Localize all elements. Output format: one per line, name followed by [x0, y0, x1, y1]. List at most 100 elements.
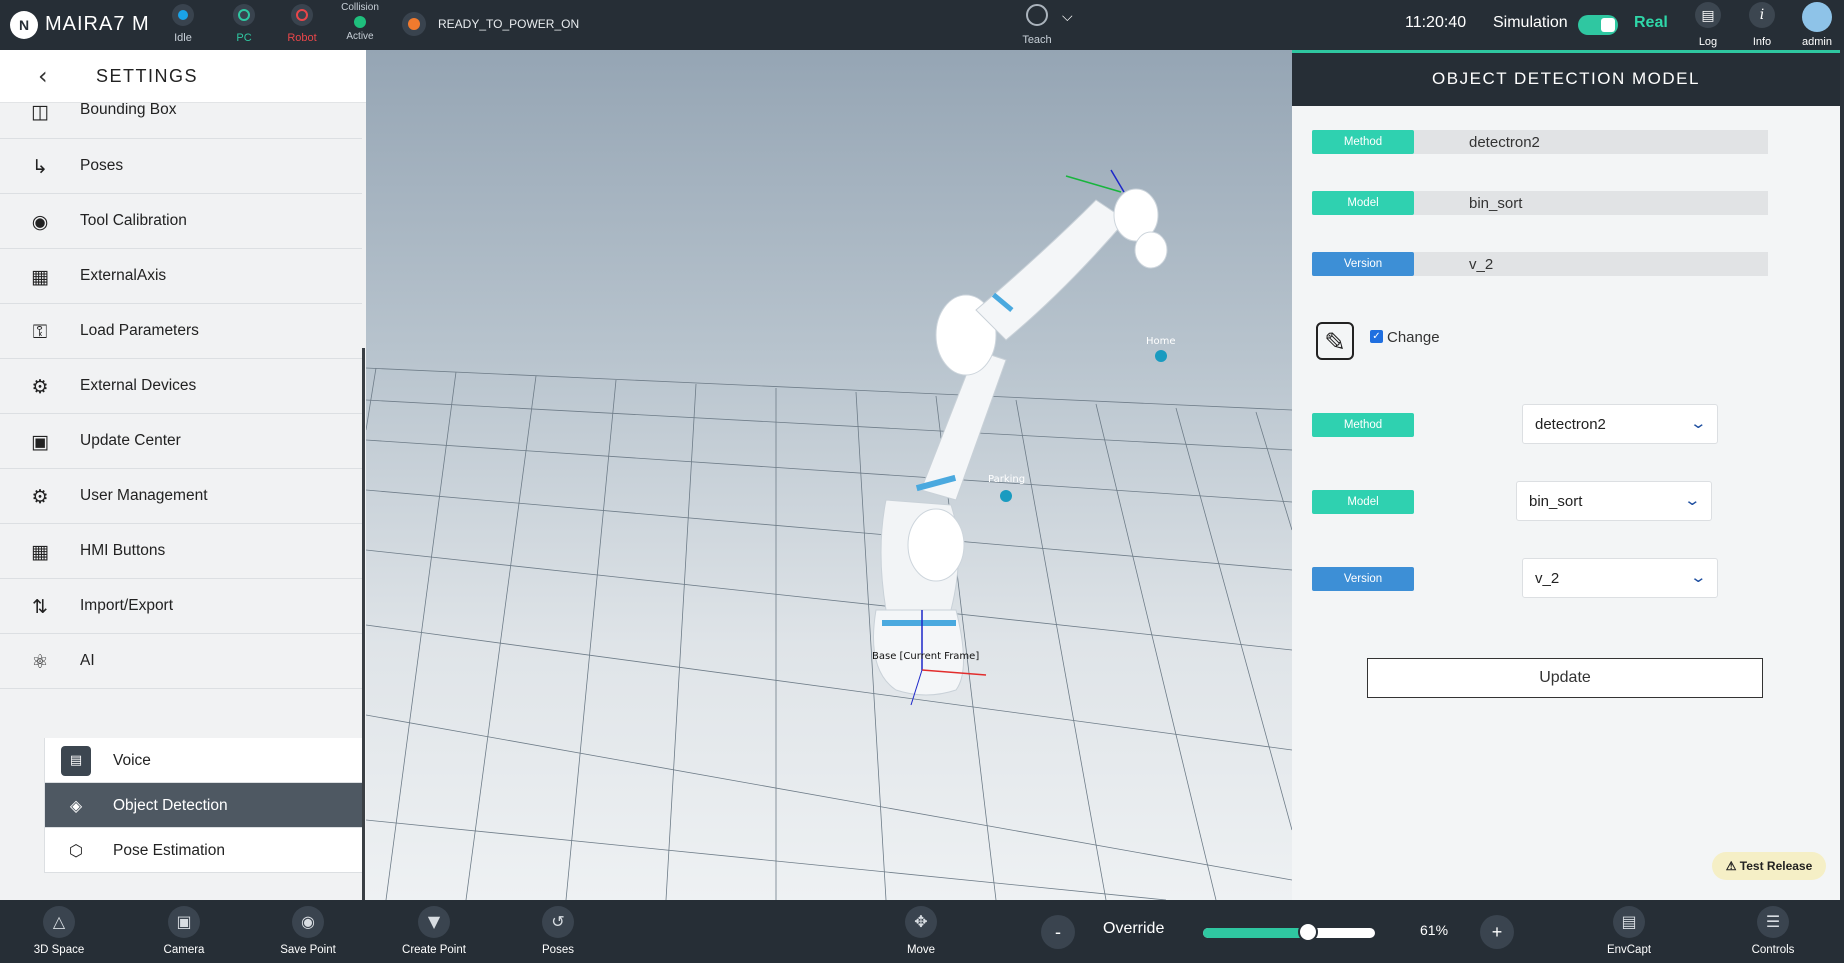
- create-point-button[interactable]: ▼ Create Point: [389, 906, 479, 956]
- settings-header: ‹ SETTINGS: [0, 50, 366, 103]
- camera-label: Camera: [163, 944, 205, 956]
- override-decrease-button[interactable]: -: [1041, 915, 1075, 949]
- 3d-scene[interactable]: [366, 50, 1292, 900]
- clock: 11:20:40: [1405, 14, 1467, 31]
- method-select[interactable]: detectron2 ⌄: [1522, 404, 1718, 444]
- create-point-label: Create Point: [402, 944, 466, 956]
- object-detection-panel: OBJECT DETECTION MODEL Method detectron2…: [1292, 50, 1840, 900]
- test-release-badge[interactable]: ⚠ Test Release: [1712, 852, 1826, 880]
- user-button[interactable]: admin: [1792, 2, 1842, 48]
- chevron-down-icon: ⌄: [1683, 491, 1702, 509]
- move-icon: ✥: [905, 906, 937, 938]
- sidebar-item-tool-calibration[interactable]: ◉ Tool Calibration: [0, 194, 362, 249]
- status-idle[interactable]: Idle: [153, 4, 213, 44]
- update-button[interactable]: Update: [1367, 658, 1763, 698]
- top-bar: N MAIRA7 M Idle PC Robot Collision Activ…: [0, 0, 1844, 50]
- log-button[interactable]: ▤ Log: [1683, 2, 1733, 48]
- 3d-space-button[interactable]: △ 3D Space: [14, 906, 104, 956]
- model-select[interactable]: bin_sort ⌄: [1516, 481, 1712, 521]
- sidebar-item-import-export[interactable]: ⇅ Import/Export: [0, 579, 362, 634]
- sidebar-subitem-object-detection[interactable]: ◈ Object Detection: [45, 783, 362, 828]
- collision-dot-icon: [354, 16, 366, 28]
- robot-arm[interactable]: [873, 188, 1168, 696]
- teach-mode-button[interactable]: Teach: [1012, 4, 1062, 46]
- override-slider[interactable]: [1203, 928, 1375, 938]
- back-arrow-icon[interactable]: ‹: [38, 62, 48, 90]
- status-idle-label: Idle: [174, 32, 192, 44]
- teach-icon: [1026, 4, 1048, 26]
- 3d-space-label: 3D Space: [33, 944, 85, 956]
- version-tag: Version: [1312, 252, 1414, 276]
- sidebar-subitem-pose-estimation[interactable]: ⬡ Pose Estimation: [45, 828, 362, 873]
- brand-logo-icon: N: [10, 11, 38, 39]
- edit-icon[interactable]: ✎: [1316, 322, 1354, 360]
- poses-icon: ↺: [542, 906, 574, 938]
- user-management-icon: ⚙: [31, 486, 49, 508]
- status-collision[interactable]: Collision Active: [330, 2, 390, 42]
- current-version-value: v_2: [1469, 256, 1494, 273]
- envcapt-button[interactable]: ▤ EnvCapt: [1584, 906, 1674, 956]
- sidebar-item-update-center[interactable]: ▣ Update Center: [0, 414, 362, 469]
- parking-label: Parking: [988, 474, 1026, 485]
- hmi-buttons-icon: ▦: [31, 541, 49, 563]
- info-icon: i: [1749, 2, 1775, 28]
- change-checkbox[interactable]: ✓: [1370, 330, 1383, 343]
- poses-button[interactable]: ↺ Poses: [513, 906, 603, 956]
- simulation-real-toggle[interactable]: [1578, 15, 1618, 35]
- method-tag: Method: [1312, 413, 1414, 437]
- status-pc[interactable]: PC: [214, 4, 274, 44]
- sidebar-item-ai[interactable]: ⚛ AI: [0, 634, 362, 689]
- sidebar-item-poses[interactable]: ↳ Poses: [0, 139, 362, 194]
- current-model-row: Model bin_sort: [1312, 191, 1768, 215]
- status-robot[interactable]: Robot: [272, 4, 332, 44]
- test-release-label: Test Release: [1739, 859, 1813, 873]
- sidebar-item-hmi-buttons[interactable]: ▦ HMI Buttons: [0, 524, 362, 579]
- sidebar-item-external-axis[interactable]: ▦ ExternalAxis: [0, 249, 362, 304]
- create-point-icon: ▼: [418, 906, 450, 938]
- 3d-space-icon: △: [43, 906, 75, 938]
- sidebar-subitem-label: Object Detection: [113, 797, 228, 814]
- current-method-row: Method detectron2: [1312, 130, 1768, 154]
- ai-submenu: ▤ Voice ◈ Object Detection ⬡ Pose Estima…: [44, 738, 362, 873]
- robot-state: READY_TO_POWER_ON: [402, 12, 579, 36]
- envcapt-icon: ▤: [1613, 906, 1645, 938]
- sidebar-subitem-voice[interactable]: ▤ Voice: [45, 738, 362, 783]
- chevron-down-icon[interactable]: ⌵: [1062, 8, 1073, 25]
- poses-icon: ↳: [32, 156, 48, 178]
- sidebar-item-label: External Devices: [80, 377, 197, 394]
- save-point-button[interactable]: ◉ Save Point: [263, 906, 353, 956]
- controls-button[interactable]: ☰ Controls: [1728, 906, 1818, 956]
- tool-calibration-icon: ◉: [31, 211, 49, 233]
- pc-power-icon: [233, 4, 255, 26]
- collision-title: Collision: [341, 2, 379, 13]
- home-point-marker[interactable]: [1155, 350, 1167, 362]
- sidebar-scrollbar[interactable]: [362, 348, 365, 900]
- override-slider-handle[interactable]: [1297, 922, 1318, 942]
- panel-title: OBJECT DETECTION MODEL: [1292, 50, 1840, 106]
- sidebar-item-label: Load Parameters: [80, 322, 199, 339]
- method-select-value: detectron2: [1535, 416, 1606, 433]
- sidebar-item-external-devices[interactable]: ⚙ External Devices: [0, 359, 362, 414]
- move-label: Move: [906, 944, 936, 956]
- chevron-down-icon: ⌄: [1689, 568, 1708, 586]
- sidebar-item-label: User Management: [80, 487, 208, 504]
- current-model-value: bin_sort: [1469, 195, 1523, 212]
- sidebar-item-label: Update Center: [80, 432, 181, 449]
- sidebar-item-load-parameters[interactable]: ⚿ Load Parameters: [0, 304, 362, 359]
- 3d-viewport[interactable]: Home Parking Base [Current Frame]: [366, 50, 1292, 900]
- override-increase-button[interactable]: +: [1480, 915, 1514, 949]
- version-select[interactable]: v_2 ⌄: [1522, 558, 1718, 598]
- real-label: Real: [1634, 14, 1668, 31]
- parking-point-marker[interactable]: [1000, 490, 1012, 502]
- cube-icon: ⬡: [69, 841, 83, 860]
- envcapt-label: EnvCapt: [1606, 944, 1652, 956]
- settings-menu: ◫ Bounding Box ↳ Poses ◉ Tool Calibratio…: [0, 100, 362, 689]
- override-percent: 61%: [1420, 922, 1449, 938]
- camera-button[interactable]: ▣ Camera: [139, 906, 229, 956]
- move-button[interactable]: ✥ Move: [876, 906, 966, 956]
- controls-icon: ☰: [1757, 906, 1789, 938]
- status-robot-label: Robot: [287, 32, 317, 44]
- sidebar-item-user-management[interactable]: ⚙ User Management: [0, 469, 362, 524]
- info-button[interactable]: i Info: [1737, 2, 1787, 48]
- sidebar-item-bounding-box[interactable]: ◫ Bounding Box: [0, 100, 362, 139]
